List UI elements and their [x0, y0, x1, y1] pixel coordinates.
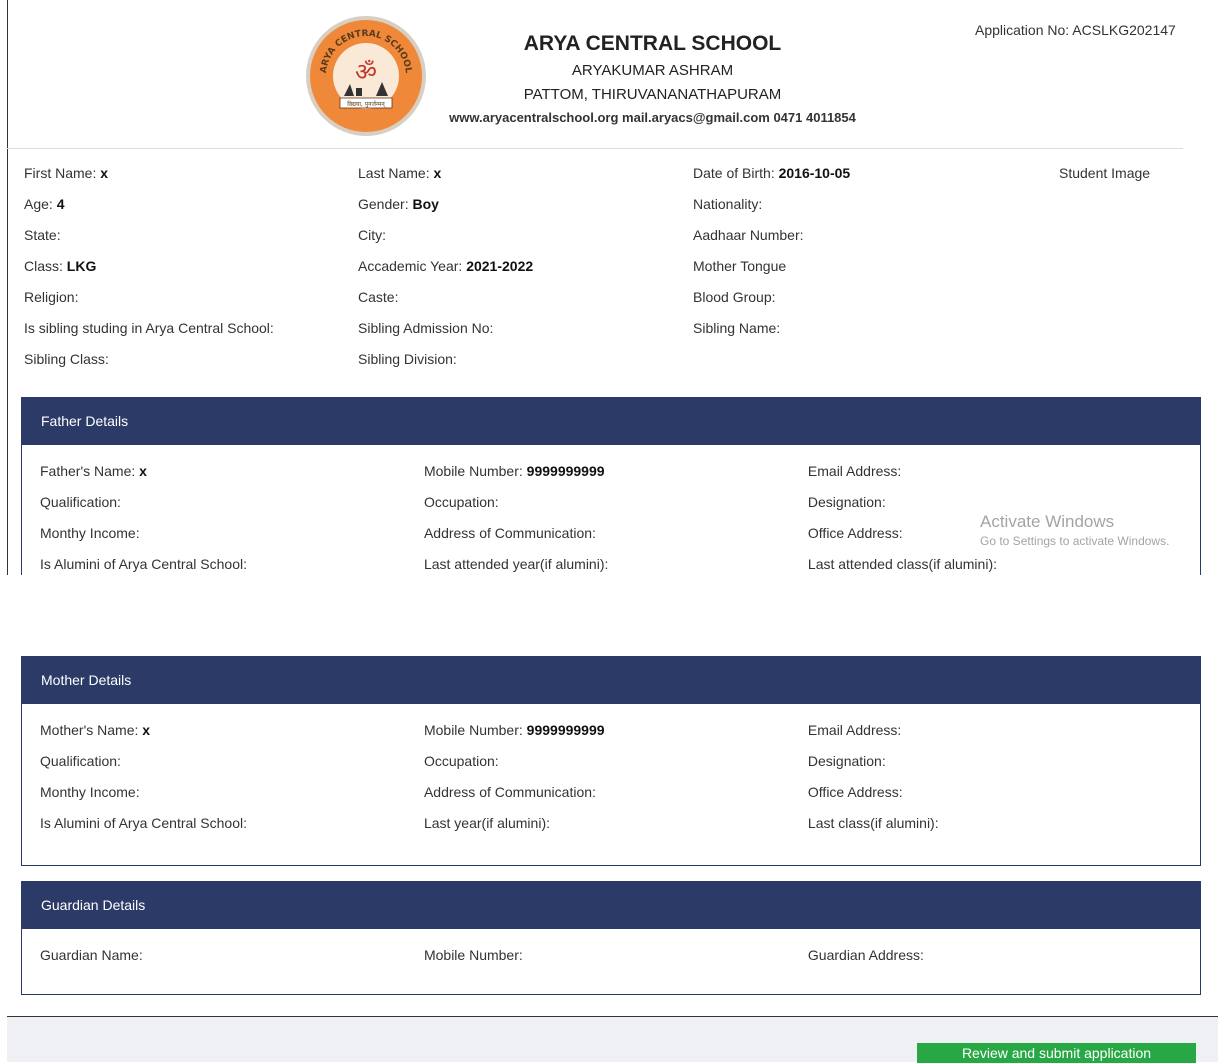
application-number: Application No: ACSLKG202147	[975, 22, 1218, 38]
logo-motto: विद्यया, पुनर्जन्मन्	[347, 100, 386, 108]
field-caste: Caste:	[358, 289, 399, 305]
field-religion: Religion:	[24, 289, 79, 305]
mother-row: Mother's Name: x Mobile Number: 99999999…	[40, 714, 1182, 745]
field-father-last-year: Last attended year(if alumini):	[423, 555, 609, 572]
field-father-qualification: Qualification:	[40, 493, 121, 510]
field-mother-email: Email Address:	[807, 721, 902, 738]
mother-row: Is Alumini of Arya Central School: Last …	[40, 807, 1182, 838]
school-name: ARYA CENTRAL SCHOOL	[523, 32, 782, 55]
school-address-line2: PATTOM, THIRUVANANATHAPURAM	[523, 86, 782, 103]
school-contact: www.aryacentralschool.org mail.aryacs@gm…	[449, 110, 856, 125]
student-row: Sibling Class: Sibling Division:	[24, 351, 1204, 382]
school-logo: ARYA CENTRAL SCHOOL ॐ विद्यया, पुनर्जन्म…	[306, 16, 426, 136]
field-first-name: First Name: x	[24, 165, 109, 181]
school-header: ARYA CENTRAL SCHOOL ARYAKUMAR ASHRAM PAT…	[425, 32, 880, 125]
student-details: First Name: x Last Name: x Date of Birth…	[24, 165, 1204, 382]
field-last-name: Last Name: x	[358, 165, 442, 181]
field-sibling-studying: Is sibling studing in Arya Central Schoo…	[24, 320, 274, 336]
guardian-row: Guardian Name: Mobile Number: Guardian A…	[40, 939, 1182, 970]
field-mother-income: Monthy Income:	[40, 783, 140, 800]
student-row: Is sibling studing in Arya Central Schoo…	[24, 320, 1204, 351]
field-mother-alumni: Is Alumini of Arya Central School:	[40, 814, 247, 831]
guardian-details-title: Guardian Details	[22, 882, 1200, 929]
field-date-of-birth: Date of Birth: 2016-10-05	[693, 165, 851, 181]
field-father-designation: Designation:	[807, 493, 886, 510]
field-guardian-mobile: Mobile Number:	[423, 946, 523, 963]
field-mother-office-address: Office Address:	[807, 783, 903, 800]
field-gender: Gender: Boy	[358, 196, 439, 212]
field-father-occupation: Occupation:	[423, 493, 499, 510]
application-number-value: ACSLKG202147	[1072, 22, 1176, 38]
field-sibling-division: Sibling Division:	[358, 351, 457, 367]
watermark-title: Activate Windows	[980, 512, 1115, 531]
field-mother-designation: Designation:	[807, 752, 886, 769]
field-mother-qualification: Qualification:	[40, 752, 121, 769]
field-father-last-class: Last attended class(if alumini):	[807, 555, 997, 572]
student-row: State: City: Aadhaar Number:	[24, 227, 1204, 258]
school-address-line1: ARYAKUMAR ASHRAM	[571, 62, 734, 79]
field-father-address: Address of Communication:	[423, 524, 596, 541]
field-mother-last-year: Last year(if alumini):	[423, 814, 550, 831]
field-guardian-name: Guardian Name:	[40, 946, 143, 963]
application-number-label: Application No:	[975, 22, 1070, 38]
father-details-title: Father Details	[22, 398, 1200, 445]
field-father-mobile: Mobile Number: 9999999999	[423, 462, 605, 479]
field-age: Age: 4	[24, 196, 65, 212]
field-father-name: Father's Name: x	[40, 462, 147, 479]
field-father-email: Email Address:	[807, 462, 902, 479]
student-image-placeholder: Student Image	[1059, 165, 1151, 181]
student-row: Age: 4 Gender: Boy Nationality:	[24, 196, 1204, 227]
field-nationality: Nationality:	[693, 196, 763, 212]
field-sibling-name: Sibling Name:	[693, 320, 781, 336]
field-blood-group: Blood Group:	[693, 289, 776, 305]
field-sibling-class: Sibling Class:	[24, 351, 109, 367]
mother-details-panel: Mother Details Mother's Name: x Mobile N…	[21, 656, 1201, 866]
field-father-alumni: Is Alumini of Arya Central School:	[40, 555, 247, 572]
left-border-line	[7, 0, 8, 575]
student-row: Class: LKG Accademic Year: 2021-2022 Mot…	[24, 258, 1204, 289]
field-academic-year: Accademic Year: 2021-2022	[358, 258, 534, 274]
student-row: Religion: Caste: Blood Group:	[24, 289, 1204, 320]
review-submit-button[interactable]: Review and submit application	[917, 1043, 1196, 1063]
field-guardian-address: Guardian Address:	[807, 946, 924, 963]
father-row: Is Alumini of Arya Central School: Last …	[40, 548, 1182, 575]
guardian-details-panel: Guardian Details Guardian Name: Mobile N…	[21, 881, 1201, 995]
field-mother-occupation: Occupation:	[423, 752, 499, 769]
field-mother-address: Address of Communication:	[423, 783, 596, 800]
field-state: State:	[24, 227, 61, 243]
field-father-income: Monthy Income:	[40, 524, 140, 541]
field-aadhaar-number: Aadhaar Number:	[693, 227, 804, 243]
header-divider	[7, 148, 1183, 149]
field-sibling-admission-no: Sibling Admission No:	[358, 320, 494, 336]
activate-windows-watermark: Activate Windows Go to Settings to activ…	[980, 512, 1169, 548]
field-mother-name: Mother's Name: x	[40, 721, 151, 738]
father-details-panel: Father Details Father's Name: x Mobile N…	[21, 397, 1201, 575]
field-city: City:	[358, 227, 386, 243]
footer-bar: Review and submit application	[7, 1016, 1218, 1063]
field-mother-last-class: Last class(if alumini):	[807, 814, 939, 831]
field-mother-mobile: Mobile Number: 9999999999	[423, 721, 605, 738]
svg-text:ॐ: ॐ	[355, 58, 377, 86]
field-class: Class: LKG	[24, 258, 97, 274]
watermark-subtitle: Go to Settings to activate Windows.	[980, 534, 1170, 548]
mother-row: Monthy Income: Address of Communication:…	[40, 776, 1182, 807]
mother-details-title: Mother Details	[22, 657, 1200, 704]
field-mother-tongue: Mother Tongue	[693, 258, 787, 274]
father-row: Father's Name: x Mobile Number: 99999999…	[40, 455, 1182, 486]
mother-row: Qualification: Occupation: Designation:	[40, 745, 1182, 776]
student-row: First Name: x Last Name: x Date of Birth…	[24, 165, 1204, 196]
